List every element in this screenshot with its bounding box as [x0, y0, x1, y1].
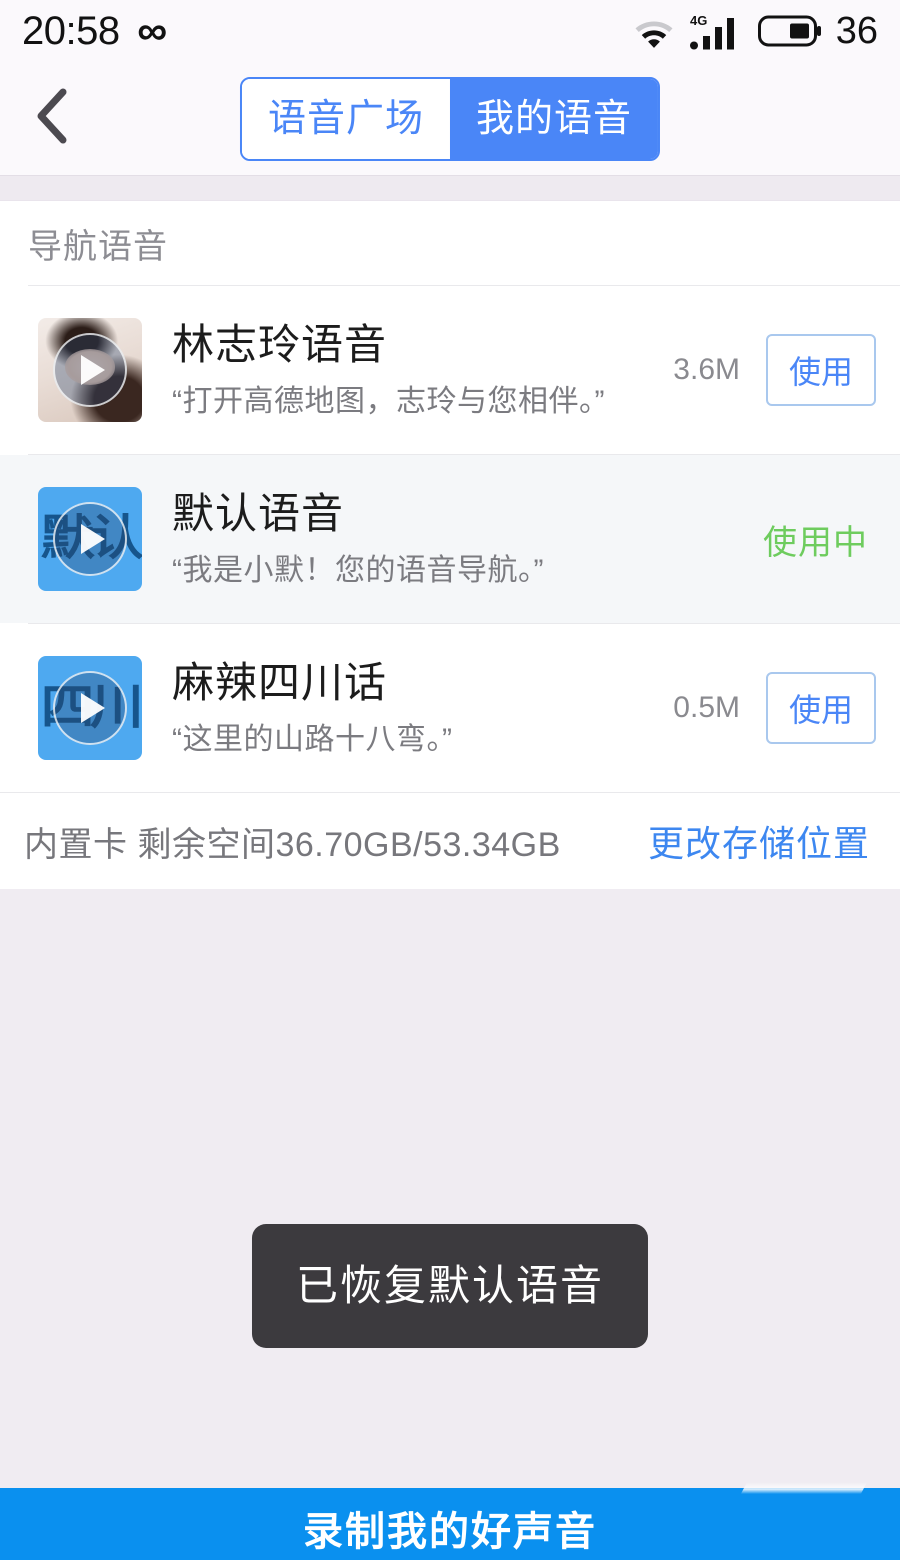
wifi-icon — [632, 14, 676, 48]
section-header-label: 导航语音 — [28, 227, 168, 266]
use-button[interactable]: 使用 — [766, 334, 876, 406]
top-navigation-bar: 语音广场 我的语音 — [0, 62, 900, 175]
voice-list-card: 导航语音 林志玲语音 “打开高德地图，志玲与您相伴。” 3.6M 使用 默认 默… — [0, 201, 900, 889]
infinity-icon: ∞ — [136, 9, 167, 53]
voice-list-item[interactable]: 林志玲语音 “打开高德地图，志玲与您相伴。” 3.6M 使用 — [0, 286, 900, 454]
voice-quote: “这里的山路十八弯。” — [172, 722, 453, 756]
app-screen: 20:58 ∞ 4G 36 语音广场 我的语音 导航语音 林志玲语音 “打开高德… — [0, 0, 900, 1560]
voice-actions: 3.6M 使用 — [673, 334, 876, 406]
record-my-voice-label: 录制我的好声音 — [303, 1510, 597, 1554]
voice-size: 0.5M — [673, 691, 740, 724]
voice-thumbnail[interactable]: 四川 — [38, 656, 142, 760]
voice-size: 3.6M — [673, 353, 740, 386]
status-bar-left: 20:58 ∞ — [22, 9, 167, 53]
voice-list-item[interactable]: 默认 默认语音 “我是小默！您的语音导航。” 使用中 — [0, 455, 900, 623]
voice-name: 麻辣四川话 — [172, 658, 388, 706]
voice-actions: 0.5M 使用 — [673, 672, 876, 744]
record-my-voice-button[interactable]: 录制我的好声音 — [0, 1482, 900, 1560]
voice-actions: 使用中 — [763, 515, 876, 564]
voice-quote: “打开高德地图，志玲与您相伴。” — [172, 384, 605, 418]
play-icon[interactable] — [53, 671, 127, 745]
battery-percent: 36 — [835, 10, 878, 52]
voice-info: 默认语音 “我是小默！您的语音导航。” — [142, 490, 763, 589]
voice-info: 麻辣四川话 “这里的山路十八弯。” — [142, 659, 673, 758]
status-bar: 20:58 ∞ 4G 36 — [0, 0, 900, 62]
voice-thumbnail[interactable] — [38, 318, 142, 422]
use-button-label: 使用 — [788, 354, 853, 390]
voice-quote: “我是小默！您的语音导航。” — [172, 553, 544, 587]
section-header: 导航语音 — [0, 201, 900, 285]
header-separator-band — [0, 175, 900, 201]
voice-list-item[interactable]: 四川 麻辣四川话 “这里的山路十八弯。” 0.5M 使用 — [0, 624, 900, 792]
storage-row: 内置卡 剩余空间36.70GB/53.34GB 更改存储位置 — [0, 793, 900, 889]
voice-info: 林志玲语音 “打开高德地图，志玲与您相伴。” — [142, 321, 673, 420]
status-time: 20:58 — [22, 9, 120, 53]
tab-my-voice-label: 我的语音 — [476, 97, 633, 140]
status-bar-right: 4G 36 — [632, 12, 878, 50]
bottom-bar-highlight — [740, 1482, 868, 1494]
tab-voice-plaza-label: 语音广场 — [267, 97, 424, 140]
signal-bars-icon: 4G — [689, 12, 744, 50]
tab-my-voice[interactable]: 我的语音 — [450, 78, 659, 159]
battery-icon — [757, 14, 822, 48]
change-storage-location-link[interactable]: 更改存储位置 — [648, 815, 870, 867]
tab-switcher: 语音广场 我的语音 — [239, 76, 661, 161]
back-button[interactable] — [22, 86, 88, 152]
toast-text: 已恢复默认语音 — [295, 1262, 605, 1309]
use-button-label: 使用 — [788, 692, 853, 728]
play-icon[interactable] — [53, 502, 127, 576]
voice-thumbnail[interactable]: 默认 — [38, 487, 142, 591]
voice-name: 林志玲语音 — [172, 320, 388, 368]
toast-message: 已恢复默认语音 — [251, 1224, 649, 1348]
voice-name: 默认语音 — [172, 489, 345, 537]
play-icon[interactable] — [53, 333, 127, 407]
chevron-left-icon — [33, 86, 77, 151]
use-button[interactable]: 使用 — [766, 672, 876, 744]
svg-text:4G: 4G — [690, 13, 707, 28]
status-badge: 使用中 — [763, 523, 868, 562]
storage-info: 内置卡 剩余空间36.70GB/53.34GB — [24, 825, 561, 864]
tab-voice-plaza[interactable]: 语音广场 — [241, 78, 450, 159]
